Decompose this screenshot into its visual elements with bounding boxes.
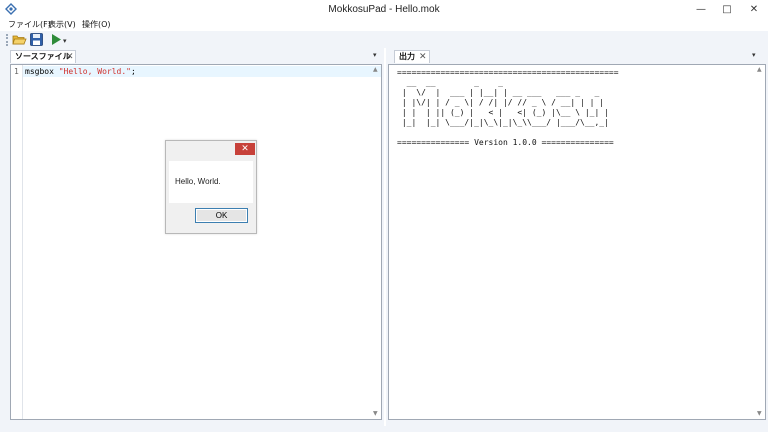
dialog-close-button[interactable]: ✕ — [235, 143, 255, 155]
output-pane-menu-chevron-icon[interactable]: ▾ — [752, 51, 756, 59]
code-tail: ; — [130, 67, 136, 76]
play-icon[interactable] — [49, 32, 64, 47]
status-bar — [0, 426, 768, 432]
toolbar: ▾ — [0, 31, 768, 48]
line-number: 1 — [14, 67, 19, 76]
menu-view[interactable]: 表示(V) — [48, 19, 76, 31]
dialog-ok-button[interactable]: OK — [195, 208, 248, 223]
source-pane: ソースファイル ✕ ▾ 1 msgbox "Hello, World."; ▲ … — [0, 48, 384, 426]
maximize-button[interactable]: □ — [714, 0, 740, 19]
toolbar-grip[interactable] — [6, 34, 8, 46]
output-text: ========================================… — [397, 68, 619, 147]
source-pane-menu-chevron-icon[interactable]: ▾ — [373, 51, 377, 59]
source-editor[interactable]: 1 msgbox "Hello, World."; ▲ ▼ — [10, 64, 382, 420]
scroll-up-arrow-icon[interactable]: ▲ — [373, 66, 378, 73]
scroll-down-arrow-icon[interactable]: ▼ — [373, 410, 378, 417]
minimize-button[interactable]: — — [688, 0, 714, 19]
tab-output-close-icon[interactable]: ✕ — [419, 51, 427, 63]
output-scroll-down-arrow-icon[interactable]: ▼ — [757, 410, 762, 417]
output-console[interactable]: ========================================… — [388, 64, 766, 420]
window-title: MokkosuPad - Hello.mok — [328, 4, 440, 15]
tab-output-label: 出力 — [399, 52, 415, 61]
tab-source-label: ソースファイル — [15, 52, 71, 61]
menu-bar: ファイル(F) 表示(V) 操作(O) — [0, 19, 768, 31]
folder-icon[interactable] — [12, 32, 27, 47]
toolbar-overflow-chevron-icon[interactable]: ▾ — [63, 37, 67, 45]
message-box-dialog: ✕ Hello, World. OK — [165, 140, 257, 234]
code-line[interactable]: msgbox "Hello, World."; — [23, 66, 381, 77]
floppy-icon[interactable] — [29, 32, 44, 47]
code-string: "Hello, World." — [58, 67, 131, 76]
tab-source-close-icon[interactable]: ✕ — [66, 51, 74, 63]
title-bar: MokkosuPad - Hello.mok — □ ✕ — [0, 0, 768, 19]
tab-output[interactable]: 出力 ✕ — [394, 50, 430, 63]
code-keyword: msgbox — [25, 67, 59, 76]
menu-operation[interactable]: 操作(O) — [82, 19, 111, 31]
line-number-gutter: 1 — [11, 65, 23, 419]
dialog-message: Hello, World. — [175, 177, 221, 186]
close-window-button[interactable]: ✕ — [740, 0, 768, 19]
menu-file[interactable]: ファイル(F) — [8, 19, 51, 31]
output-pane: 出力 ✕ ▾ =================================… — [386, 48, 768, 426]
output-scroll-up-arrow-icon[interactable]: ▲ — [757, 66, 762, 73]
tab-source-file[interactable]: ソースファイル ✕ — [10, 50, 76, 63]
